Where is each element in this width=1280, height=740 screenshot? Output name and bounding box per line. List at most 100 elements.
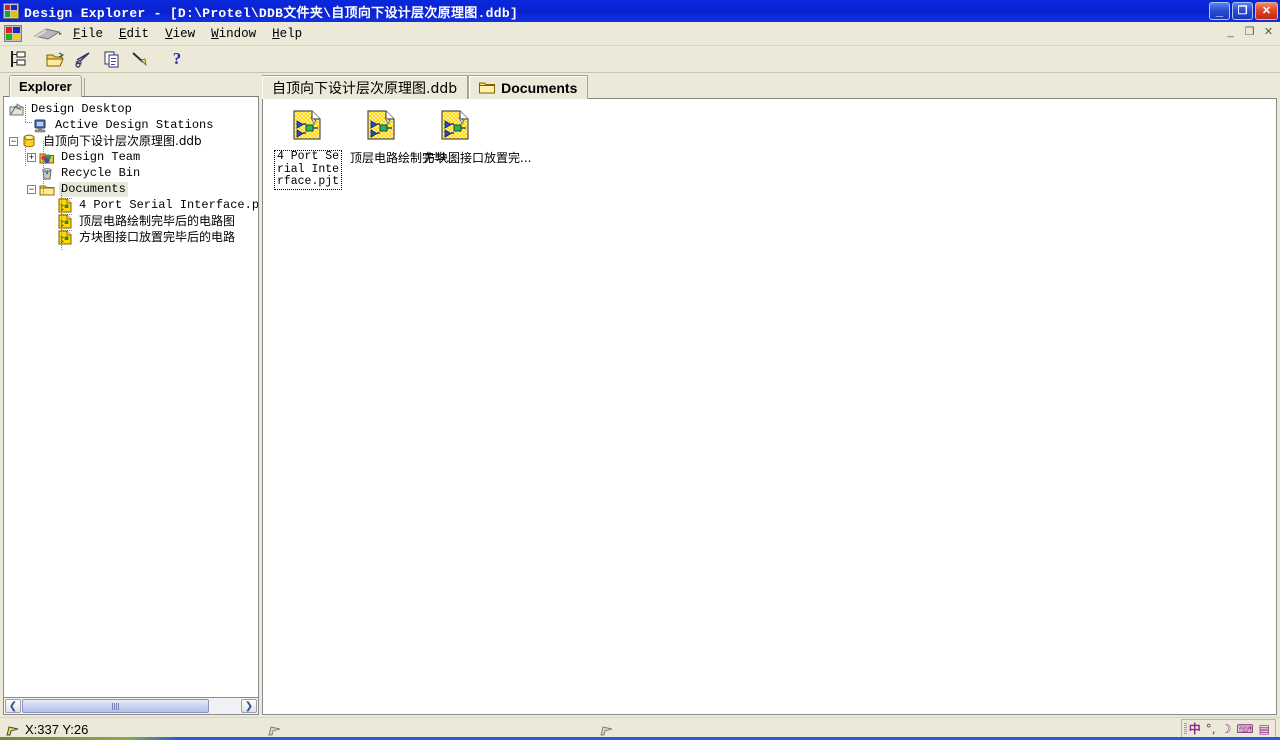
tree-item-label: Active Design Stations (55, 117, 214, 132)
design-desktop-icon (9, 102, 25, 117)
explorer-tree[interactable]: Design Desktop Active Design Stations − … (3, 96, 259, 698)
design-team-icon (39, 150, 55, 165)
documents-icon-view[interactable]: 4 Port Serial Interface.pjt 顶层电路绘制完毕... … (262, 98, 1277, 715)
tree-line (43, 141, 44, 195)
paste-button[interactable] (127, 47, 153, 71)
scroll-left-button[interactable]: ❮ (5, 699, 21, 713)
tree-collapse-toggle[interactable]: − (27, 184, 36, 194)
scroll-thumb[interactable] (22, 699, 210, 713)
scroll-right-button[interactable]: ❯ (241, 699, 257, 713)
minimize-button[interactable]: _ (1209, 2, 1230, 20)
document-item-label: 方块图接口放置完... (424, 151, 532, 165)
status-coordinates: X:337 Y:26 (25, 721, 89, 737)
tab-documents[interactable]: Documents (468, 75, 589, 99)
tree-item-top-circuit-schematic[interactable]: 顶层电路绘制完毕后的电路图 (7, 213, 258, 229)
tree-item-label: Recycle Bin (61, 165, 141, 180)
recycle-bin-icon (39, 166, 55, 181)
schematic-doc-icon (291, 109, 325, 146)
workstation-icon (33, 118, 49, 133)
open-document-button[interactable] (43, 47, 69, 71)
tree-line (61, 198, 73, 199)
document-glyph-icon (32, 26, 62, 42)
status-segment-2 (262, 719, 594, 739)
documents-tabstrip: 自顶向下设计层次原理图.ddb Documents (262, 75, 1277, 99)
cut-button[interactable] (71, 47, 97, 71)
help-button[interactable]: ? (164, 47, 190, 71)
menu-view[interactable]: View (164, 25, 196, 43)
explorer-tabstrip: Explorer (3, 75, 259, 97)
scissors-icon (74, 52, 90, 68)
scroll-track[interactable] (22, 699, 240, 713)
mdi-minimize-button[interactable]: _ (1223, 24, 1238, 39)
pointer-flag-icon (268, 724, 282, 735)
toggle-explorer-panel-button[interactable] (6, 47, 32, 71)
document-item-label: 顶层电路绘制完毕... (350, 151, 458, 165)
pointer-flag-icon (6, 724, 20, 735)
menu-window[interactable]: Window (210, 25, 257, 43)
tab-explorer-label: Explorer (19, 79, 72, 94)
ime-punctuation-icon[interactable]: °, (1206, 723, 1216, 735)
explorer-hscrollbar[interactable]: ❮ ❯ (3, 698, 259, 715)
explorer-panel: Explorer Design Desktop Active Design St… (3, 75, 259, 715)
window-controls: _ ❐ ✕ (1209, 2, 1278, 20)
document-item-4-port-serial-interface[interactable]: 4 Port Serial Interface.pjt (271, 107, 345, 190)
mdi-restore-button[interactable]: ❐ (1242, 24, 1257, 39)
restore-icon: ❐ (1237, 4, 1248, 17)
tree-item-4-port-serial-interface[interactable]: 4 Port Serial Interface.pj (7, 197, 258, 213)
tab-documents-label: Documents (501, 79, 578, 96)
tree-expand-toggle[interactable]: + (27, 152, 36, 162)
tree-panel-icon (11, 51, 26, 67)
ime-drag-handle[interactable] (1183, 723, 1187, 735)
ime-keyboard-icon[interactable]: ⌨ (1236, 723, 1253, 735)
tree-item-documents[interactable]: − Documents (7, 181, 258, 197)
ime-softkeyboard-icon[interactable]: ▤ (1259, 723, 1270, 735)
open-folder-icon (46, 52, 65, 67)
app-icon (3, 3, 19, 19)
tree-line (25, 137, 26, 167)
status-bar: X:337 Y:26 中 °, ☽ ⌨ ▤ (0, 717, 1280, 740)
tab-ddb-root-label: 自顶向下设计层次原理图.ddb (272, 80, 458, 97)
tree-item-label: 自顶向下设计层次原理图.ddb (43, 133, 202, 148)
tree-item-recycle-bin[interactable]: Recycle Bin (7, 165, 258, 181)
tree-item-design-team[interactable]: + Design Team (7, 149, 258, 165)
menu-file[interactable]: FFileile (72, 25, 104, 43)
copy-button[interactable] (99, 47, 125, 71)
schematic-doc-icon (57, 214, 73, 229)
status-segment-3 (594, 719, 1086, 739)
document-item-block-interface[interactable]: 方块图接口放置完... (419, 107, 532, 166)
tree-collapse-toggle[interactable]: − (9, 136, 18, 146)
schematic-doc-icon (439, 109, 473, 146)
tree-item-label: 顶层电路绘制完毕后的电路图 (79, 213, 236, 228)
tree-item-active-design-stations[interactable]: Active Design Stations (7, 117, 258, 133)
menu-help[interactable]: Help (271, 25, 303, 43)
tree-item-design-desktop[interactable]: Design Desktop (7, 101, 258, 117)
close-button[interactable]: ✕ (1255, 2, 1278, 20)
restore-button[interactable]: ❐ (1232, 2, 1253, 20)
tree-item-ddb-root[interactable]: − 自顶向下设计层次原理图.ddb (7, 133, 258, 149)
tree-line (25, 122, 33, 123)
window-title: Design Explorer - [D:\Protel\DDB文件夹\自顶向下… (24, 5, 519, 21)
mdi-app-icon[interactable] (4, 25, 22, 42)
tree-item-label: 4 Port Serial Interface.pj (79, 197, 259, 212)
document-item-top-circuit[interactable]: 顶层电路绘制完毕... (345, 107, 458, 166)
mdi-window-controls: _ ❐ ✕ (1223, 24, 1276, 39)
minimize-icon: _ (1215, 3, 1224, 18)
tree-item-block-interface-schematic[interactable]: 方块图接口放置完毕后的电路 (7, 229, 258, 245)
ime-shape-icon[interactable]: ☽ (1221, 723, 1232, 735)
tree-item-label: Documents (59, 181, 128, 197)
ime-language-icon[interactable]: 中 (1189, 723, 1201, 735)
copy-pages-icon (104, 51, 119, 68)
tab-explorer[interactable]: Explorer (9, 75, 82, 97)
document-item-label: 4 Port Serial Interface.pjt (274, 150, 342, 190)
tree-item-label: Design Desktop (31, 101, 132, 116)
tabstrip-divider (83, 78, 91, 97)
tab-ddb-root[interactable]: 自顶向下设计层次原理图.ddb (262, 75, 469, 99)
menu-bar: FFileile Edit View Window Help _ ❐ ✕ (0, 22, 1280, 46)
tree-line (61, 230, 73, 231)
mdi-close-button[interactable]: ✕ (1261, 24, 1276, 39)
schematic-doc-icon (365, 109, 399, 146)
workspace: Explorer Design Desktop Active Design St… (0, 73, 1280, 717)
pointer-flag-icon (600, 724, 614, 735)
menu-edit[interactable]: Edit (118, 25, 150, 43)
ime-language-bar[interactable]: 中 °, ☽ ⌨ ▤ (1180, 719, 1276, 738)
